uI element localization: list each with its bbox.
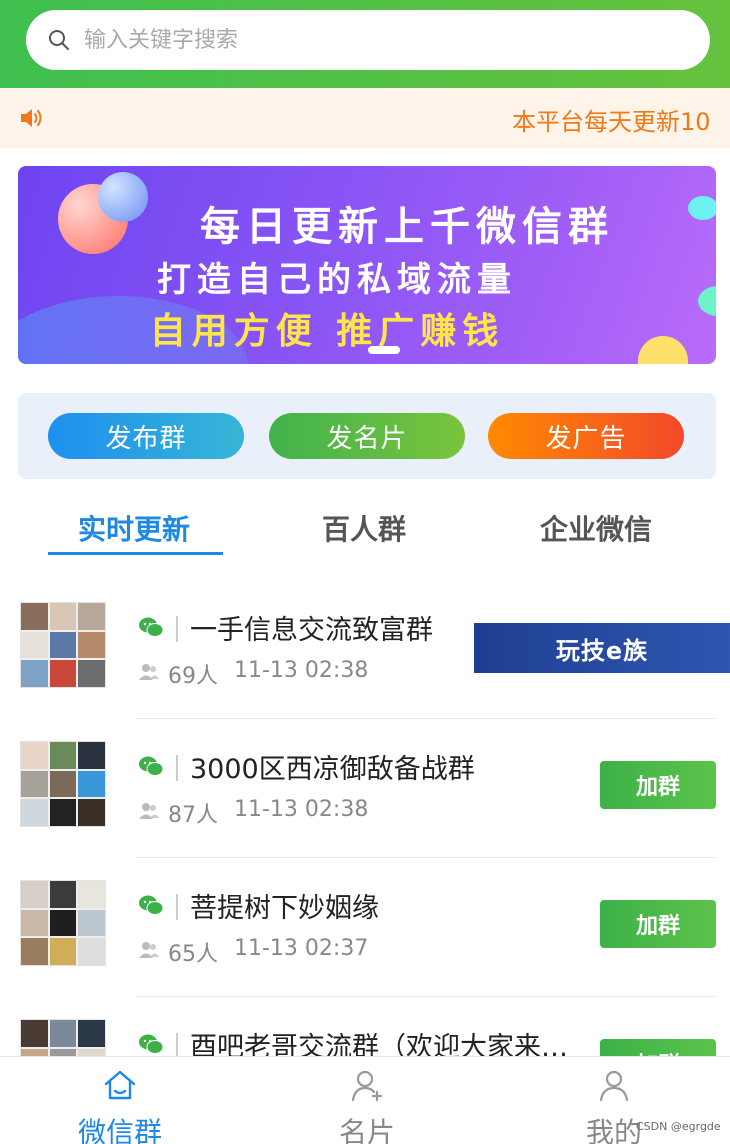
category-tabs: 实时更新 百人群 企业微信 <box>0 500 730 560</box>
update-time: 11-13 02:38 <box>234 797 369 822</box>
group-avatar <box>20 741 106 827</box>
top-bar <box>0 0 730 88</box>
list-item[interactable]: 一手信息交流致富群 69人 11-13 02:38 玩技e族 <box>0 580 730 719</box>
join-group-button[interactable]: 加群 <box>600 900 716 948</box>
update-time: 11-13 02:37 <box>234 936 369 961</box>
list-item[interactable]: 菩提树下妙姻缘 65人 11-13 02:37 加群 <box>0 858 730 997</box>
banner-tagline: 自用方便 推广赚钱 <box>149 311 505 352</box>
notice-bar: 本平台每天更新10 <box>0 88 730 148</box>
user-icon <box>596 1067 632 1103</box>
wechat-icon <box>138 894 164 916</box>
member-count: 65人 <box>168 942 218 967</box>
banner-decoration <box>698 286 716 316</box>
home-icon <box>102 1067 138 1103</box>
notice-text: 本平台每天更新10 <box>512 108 711 136</box>
banner-subline: 打造自己的私域流量 <box>157 260 517 300</box>
search-input[interactable] <box>84 27 644 53</box>
nav-label: 名片 <box>338 1116 395 1144</box>
wechat-icon <box>138 616 164 638</box>
banner-headline: 每日更新上千微信群 <box>200 204 614 250</box>
publish-card-button[interactable]: 发名片 <box>269 413 465 459</box>
wechat-icon <box>138 755 164 777</box>
group-name: 菩提树下妙姻缘 <box>190 893 379 924</box>
member-count: 69人 <box>168 664 218 689</box>
people-icon <box>138 801 160 821</box>
group-avatar <box>20 880 106 966</box>
add-user-icon <box>349 1067 385 1103</box>
carousel-indicator[interactable] <box>368 346 400 354</box>
action-panel: 发布群 发名片 发广告 <box>18 393 716 479</box>
tab-realtime[interactable]: 实时更新 <box>78 508 190 548</box>
divider <box>176 616 178 642</box>
nav-item-wechat-groups[interactable]: 微信群 <box>20 1057 220 1144</box>
publish-ad-button[interactable]: 发广告 <box>488 413 684 459</box>
update-time: 11-13 02:38 <box>234 658 369 683</box>
join-group-button[interactable]: 加群 <box>600 761 716 809</box>
publish-group-button[interactable]: 发布群 <box>48 413 244 459</box>
wechat-icon <box>138 1033 164 1055</box>
search-box[interactable] <box>26 10 710 70</box>
tab-enterprise-wechat[interactable]: 企业微信 <box>540 508 652 548</box>
divider <box>176 894 178 920</box>
bottom-nav: 微信群 名片 我的 <box>0 1056 730 1144</box>
divider <box>176 755 178 781</box>
speaker-icon <box>18 105 44 131</box>
member-count: 87人 <box>168 803 218 828</box>
group-name: 3000区西凉御敌备战群 <box>190 754 475 785</box>
watermark-text: CSDN @egrgde <box>636 1120 721 1133</box>
group-avatar <box>20 602 106 688</box>
nav-item-business-card[interactable]: 名片 <box>267 1057 467 1144</box>
promo-banner[interactable]: 每日更新上千微信群 打造自己的私域流量 自用方便 推广赚钱 <box>18 166 716 364</box>
ad-overlay[interactable]: 玩技e族 <box>474 623 730 673</box>
nav-label: 微信群 <box>77 1116 162 1144</box>
search-icon <box>48 29 70 51</box>
active-tab-indicator <box>48 552 223 555</box>
list-item[interactable]: 3000区西凉御敌备战群 87人 11-13 02:38 加群 <box>0 719 730 858</box>
app-root: 本平台每天更新10 每日更新上千微信群 打造自己的私域流量 自用方便 推广赚钱 … <box>0 0 730 1144</box>
people-icon <box>138 662 160 682</box>
group-name: 一手信息交流致富群 <box>190 615 433 646</box>
people-icon <box>138 940 160 960</box>
tab-hundred-group[interactable]: 百人群 <box>322 508 406 548</box>
